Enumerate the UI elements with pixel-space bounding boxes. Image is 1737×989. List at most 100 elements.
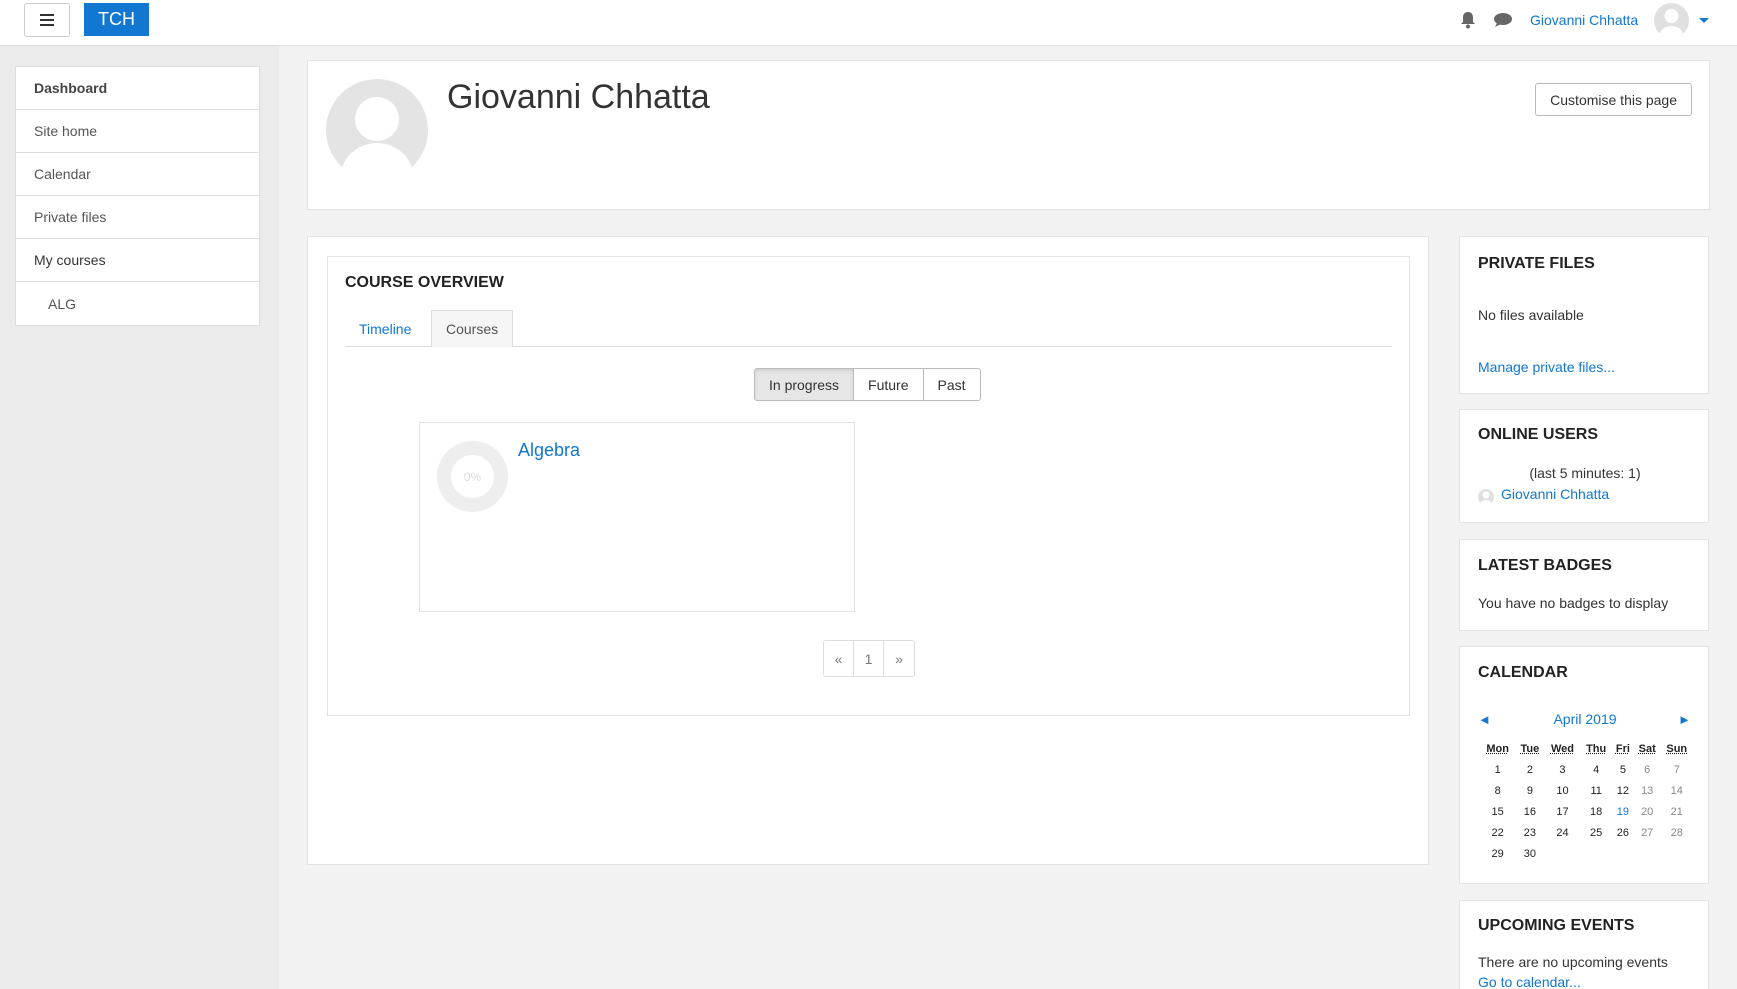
user-avatar[interactable] [1654, 3, 1689, 38]
calendar-day-header: Thu [1586, 743, 1607, 755]
calendar-day: 2 [1526, 763, 1533, 776]
calendar-day-header: Fri [1615, 743, 1630, 755]
block-title: ONLINE USERS [1478, 426, 1599, 443]
block-title: COURSE OVERVIEW [345, 274, 504, 291]
calendar-day-header: Tue [1520, 743, 1540, 755]
calendar-day [1661, 843, 1693, 864]
drawer-item-calendar[interactable]: Calendar [16, 153, 259, 196]
filter-in-progress-button[interactable]: In progress [755, 369, 855, 400]
calendar-day: 29 [1491, 847, 1504, 860]
hamburger-icon [40, 14, 54, 26]
calendar-day: 20 [1641, 805, 1654, 818]
course-card: 0% Algebra [419, 422, 855, 612]
calendar-day: 30 [1523, 847, 1537, 860]
drawer-item-my-courses[interactable]: My courses [16, 239, 259, 282]
calendar-day: 25 [1590, 826, 1603, 839]
pager-page-button[interactable]: 1 [854, 641, 884, 676]
calendar-day [1612, 843, 1634, 864]
block-title: PRIVATE FILES [1478, 255, 1595, 272]
default-user-icon [1659, 9, 1684, 38]
customise-page-button[interactable]: Customise this page [1535, 83, 1692, 116]
course-link[interactable]: Algebra [518, 440, 580, 461]
pager-prev-button[interactable]: « [824, 641, 854, 676]
calendar-day: 5 [1619, 763, 1626, 776]
filter-future-button[interactable]: Future [854, 369, 924, 400]
calendar-day [1580, 843, 1611, 864]
pagination: « 1 » [823, 640, 915, 677]
calendar-day-header: Sat [1638, 743, 1656, 755]
calendar-day: 17 [1556, 805, 1569, 818]
filter-past-button[interactable]: Past [923, 369, 980, 400]
calendar-day: 4 [1593, 763, 1600, 776]
no-events-text: There are no upcoming events [1478, 954, 1668, 970]
page-title: Giovanni Chhatta [447, 78, 710, 116]
manage-private-files-link[interactable]: Manage private files... [1478, 359, 1615, 375]
calendar-day: 22 [1491, 826, 1504, 839]
nav-drawer: Dashboard Site home Calendar Private fil… [0, 46, 279, 989]
calendar-day: 15 [1491, 805, 1504, 818]
calendar-day-header: Wed [1550, 743, 1574, 755]
default-user-icon [340, 97, 414, 181]
calendar-day: 28 [1670, 826, 1683, 839]
messages-chat-icon[interactable] [1493, 12, 1513, 28]
default-user-icon [1480, 491, 1492, 505]
drawer-item-site-home[interactable]: Site home [16, 110, 259, 153]
drawer-nav-list: Dashboard Site home Calendar Private fil… [15, 66, 260, 326]
calendar-day: 21 [1670, 805, 1683, 818]
calendar-day [1634, 843, 1661, 864]
profile-avatar [326, 79, 428, 181]
no-badges-text: You have no badges to display [1478, 595, 1669, 611]
course-filter-group: In progress Future Past [754, 368, 981, 401]
no-files-text: No files available [1478, 307, 1584, 323]
progress-value: 0% [463, 469, 482, 484]
drawer-item-alg[interactable]: ALG [16, 282, 259, 325]
tab-timeline[interactable]: Timeline [345, 310, 425, 347]
calendar-day: 9 [1526, 784, 1533, 797]
calendar-day-today[interactable]: 19 [1612, 801, 1634, 822]
go-to-calendar-link[interactable]: Go to calendar... [1478, 974, 1581, 989]
calendar-day: 3 [1559, 763, 1566, 776]
calendar-day: 16 [1523, 805, 1537, 818]
online-user-link[interactable]: Giovanni Chhatta [1501, 486, 1609, 502]
latest-badges-block: LATEST BADGES You have no badges to disp… [1459, 539, 1709, 631]
calendar-day: 8 [1494, 784, 1501, 797]
top-navbar: TCH Giovanni Chhatta [0, 0, 1737, 46]
main-region: COURSE OVERVIEW Timeline Courses In prog… [307, 236, 1429, 865]
online-users-subtitle: (last 5 minutes: 1) [1529, 465, 1641, 481]
user-menu-name[interactable]: Giovanni Chhatta [1530, 12, 1638, 28]
pager-next-button[interactable]: » [884, 641, 914, 676]
calendar-day: 26 [1616, 826, 1629, 839]
drawer-item-private-files[interactable]: Private files [16, 196, 259, 239]
overview-tabs: Timeline Courses [345, 310, 1392, 347]
calendar-day: 11 [1590, 784, 1602, 797]
block-title: CALENDAR [1478, 664, 1568, 681]
calendar-day [1545, 843, 1581, 864]
tab-courses[interactable]: Courses [431, 310, 514, 347]
page-header: Giovanni Chhatta Customise this page [307, 60, 1710, 210]
upcoming-events-block: UPCOMING EVENTS There are no upcoming ev… [1459, 900, 1709, 989]
calendar-next-month-button[interactable]: ► [1678, 712, 1691, 727]
course-overview-block: COURSE OVERVIEW Timeline Courses In prog… [327, 256, 1410, 716]
online-users-block: ONLINE USERS (last 5 minutes: 1) Giovann… [1459, 409, 1709, 523]
calendar-day-header: Sun [1666, 743, 1688, 755]
calendar-table: Mon Tue Wed Thu Fri Sat Sun 1 2 3 4 5 6 … [1480, 739, 1693, 864]
chevron-down-icon[interactable] [1699, 18, 1709, 23]
calendar-day-header: Mon [1486, 743, 1509, 755]
calendar-month-link[interactable]: April 2019 [1460, 711, 1710, 727]
calendar-day: 14 [1670, 784, 1683, 797]
calendar-day: 23 [1523, 826, 1537, 839]
calendar-day: 7 [1673, 763, 1680, 776]
drawer-item-dashboard[interactable]: Dashboard [16, 67, 259, 110]
calendar-day: 13 [1641, 784, 1654, 797]
site-brand-button[interactable]: TCH [84, 3, 149, 36]
calendar-day: 18 [1590, 805, 1603, 818]
progress-chart: 0% [437, 441, 508, 512]
calendar-block: CALENDAR ◄ April 2019 ► Mon Tue Wed Thu … [1459, 646, 1709, 884]
calendar-day: 10 [1556, 784, 1569, 797]
block-title: LATEST BADGES [1478, 557, 1612, 574]
private-files-block: PRIVATE FILES No files available Manage … [1459, 236, 1709, 394]
calendar-day: 1 [1494, 763, 1501, 776]
notification-bell-icon[interactable] [1458, 11, 1478, 29]
menu-toggle-button[interactable] [24, 3, 70, 37]
block-title: UPCOMING EVENTS [1478, 917, 1635, 934]
